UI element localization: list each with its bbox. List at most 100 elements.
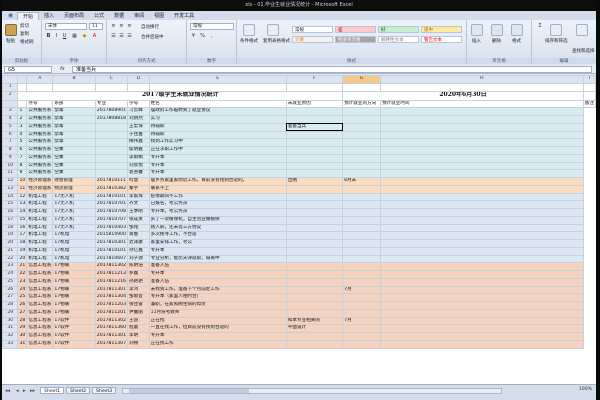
cell[interactable]: [342, 82, 381, 92]
cell[interactable]: [379, 285, 584, 295]
cell[interactable]: [285, 215, 344, 225]
cell[interactable]: 公共服务系: [26, 161, 54, 171]
horizontal-scrollbar[interactable]: [122, 388, 502, 394]
cell[interactable]: 齐文: [127, 200, 150, 209]
cell[interactable]: 10: [17, 177, 28, 186]
cell[interactable]: 专升本，考公务员: [148, 208, 287, 217]
number-format-select[interactable]: 常规: [190, 23, 234, 30]
row-header[interactable]: 17: [2, 215, 19, 225]
cell[interactable]: 28: [17, 316, 28, 326]
cell[interactable]: 27: [17, 308, 28, 318]
cell[interactable]: [94, 169, 129, 178]
cell[interactable]: 6: [17, 146, 28, 155]
row-header[interactable]: 8: [2, 146, 19, 155]
cell[interactable]: 12: [17, 192, 28, 202]
cell[interactable]: 禁毒: [52, 115, 96, 124]
cell[interactable]: [379, 161, 584, 171]
row-header[interactable]: 2: [2, 90, 19, 101]
cell[interactable]: 已报名，考公务员: [148, 200, 287, 209]
cell[interactable]: 刚入职，还未签三方协议: [148, 223, 287, 233]
cell[interactable]: 2017811302: [94, 262, 129, 271]
cell[interactable]: [285, 223, 344, 233]
cell[interactable]: 2017810111: [94, 177, 129, 186]
cell[interactable]: [379, 239, 584, 248]
next-sheet-icon[interactable]: ▸: [23, 388, 26, 394]
cell[interactable]: 联系不上: [148, 184, 287, 194]
select-all-corner[interactable]: [2, 75, 19, 84]
cell[interactable]: 2017810707: [94, 215, 129, 225]
cell[interactable]: 信息工程系: [26, 262, 54, 271]
cell[interactable]: [342, 339, 381, 349]
cell[interactable]: [285, 270, 344, 279]
row-header[interactable]: 33: [2, 339, 19, 349]
cell[interactable]: 信息工程系: [26, 285, 54, 295]
cell[interactable]: [379, 115, 584, 124]
cell[interactable]: [379, 130, 584, 140]
cell[interactable]: 机电工程: [26, 223, 54, 233]
cell[interactable]: 17无人机: [52, 192, 96, 202]
cell[interactable]: [94, 130, 129, 140]
cell[interactable]: [342, 138, 381, 147]
cell[interactable]: 机电工程: [26, 208, 54, 217]
cell[interactable]: 刘子源: [127, 254, 150, 264]
align-right-icon[interactable]: ☰: [126, 33, 133, 39]
cell[interactable]: 蒋璧: [127, 231, 150, 240]
cell[interactable]: 公共服务系: [26, 146, 54, 155]
cell[interactable]: 专业分析，能比天津就职，隔离中: [148, 254, 287, 264]
percent-icon[interactable]: %: [199, 33, 206, 39]
report-date[interactable]: 2020年6月30日: [342, 90, 584, 101]
format-painter-button[interactable]: 格式刷: [20, 39, 34, 45]
cell[interactable]: 17无人机: [52, 223, 96, 233]
header-cell[interactable]: 姓名: [148, 99, 287, 109]
cell[interactable]: 找到工作实习中: [148, 138, 287, 147]
row-header[interactable]: 29: [2, 308, 19, 318]
cell[interactable]: 1: [17, 107, 28, 116]
cell[interactable]: [379, 169, 584, 178]
cell[interactable]: 正在求职工作中: [148, 146, 287, 155]
cell[interactable]: [127, 82, 150, 92]
cell[interactable]: [285, 262, 344, 271]
cell-style-6[interactable]: 解释性文本: [378, 36, 419, 43]
column-header-I[interactable]: I: [582, 75, 596, 84]
cell[interactable]: [148, 82, 287, 92]
cell[interactable]: 17物联: [52, 262, 96, 271]
header-cell[interactable]: 预计就业的方向: [342, 99, 381, 109]
zoom-level[interactable]: 100%: [579, 387, 592, 392]
row-header[interactable]: 5: [2, 122, 19, 132]
cell[interactable]: 信息工程系: [26, 316, 54, 326]
cell[interactable]: 公共服务系: [26, 130, 54, 140]
cell[interactable]: [342, 239, 381, 248]
cell[interactable]: 8: [17, 161, 28, 171]
cell[interactable]: [342, 262, 381, 271]
cell[interactable]: 17无人机: [52, 215, 96, 225]
cell[interactable]: 信息工程系: [26, 277, 54, 287]
cell[interactable]: 平面设计: [285, 324, 344, 333]
cell[interactable]: 家里安排工作，考公: [148, 239, 287, 248]
conditional-format-icon[interactable]: [243, 24, 255, 36]
cell[interactable]: 孙艳艳: [127, 277, 150, 287]
cell[interactable]: 和本专业相关的: [285, 316, 344, 326]
cell[interactable]: 2017811360: [94, 324, 129, 333]
cell[interactable]: [379, 254, 584, 264]
cell[interactable]: 2017808901: [94, 107, 129, 116]
cell[interactable]: [17, 99, 28, 109]
cell-style-1[interactable]: 差: [335, 26, 376, 33]
first-sheet-icon[interactable]: ◂◂: [5, 388, 10, 394]
cell[interactable]: 程童: [127, 324, 150, 333]
tab-data[interactable]: 数据: [109, 12, 129, 20]
column-header-G[interactable]: G: [342, 75, 381, 84]
fx-icon[interactable]: fx: [60, 66, 65, 72]
cell[interactable]: 17物联: [52, 285, 96, 295]
cell[interactable]: 11月份考教师: [148, 308, 287, 318]
cell[interactable]: [379, 231, 584, 240]
cell[interactable]: [285, 146, 344, 155]
cell[interactable]: 实习: [148, 115, 287, 124]
row-header[interactable]: 13: [2, 184, 19, 194]
row-header[interactable]: 26: [2, 285, 19, 295]
column-header-B[interactable]: B: [52, 75, 96, 84]
active-cell[interactable]: 准备当兵: [285, 122, 344, 132]
cell[interactable]: 经济管理系: [26, 177, 54, 186]
cell[interactable]: [379, 262, 584, 271]
cell[interactable]: 信息工程系: [26, 270, 54, 279]
cell[interactable]: [342, 184, 381, 194]
